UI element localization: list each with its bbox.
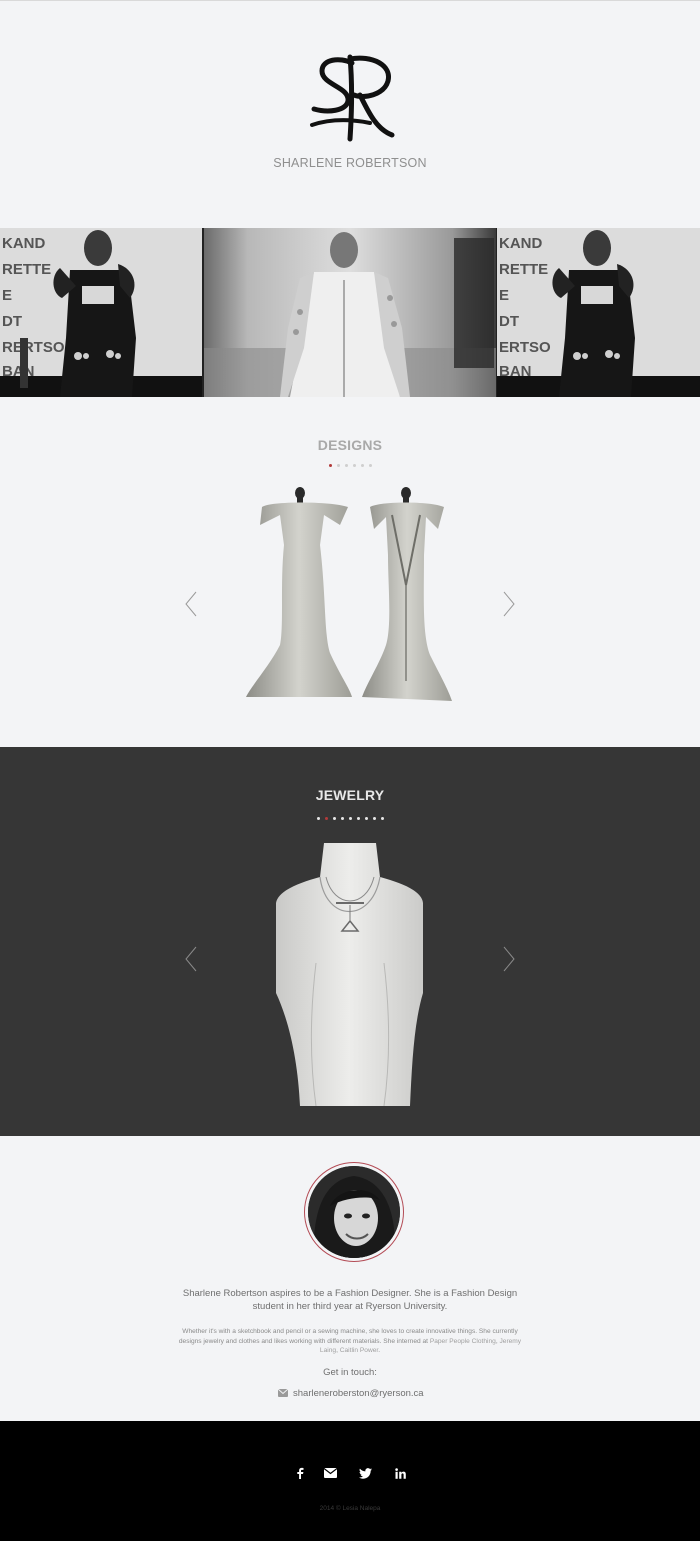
twitter-icon <box>358 1467 372 1479</box>
hero-banner: KAND RETTE E DT RERTSO BAN KAND RETTE E … <box>0 228 700 397</box>
designs-title: DESIGNS <box>317 437 383 453</box>
hero-backdrop-text: E <box>499 287 509 304</box>
hero-backdrop-text: RETTE <box>499 261 548 278</box>
profile-photo <box>308 1166 400 1258</box>
avatar <box>304 1162 404 1262</box>
jewelry-next-button[interactable] <box>502 945 516 973</box>
brand-name: SHARLENE ROBERTSON <box>273 156 427 170</box>
designs-slide-dot[interactable] <box>328 464 332 467</box>
designs-slide-dot[interactable] <box>360 464 364 467</box>
hero-backdrop-text: KAND <box>499 235 542 252</box>
chevron-left-icon <box>185 946 197 972</box>
designs-next-button[interactable] <box>502 590 516 618</box>
hero-backdrop-text: DT <box>499 313 519 330</box>
jewelry-slide-dot[interactable] <box>324 817 328 820</box>
designs-section: DESIGNS <box>0 397 700 747</box>
site-header: SHARLENE ROBERTSON <box>0 1 700 228</box>
about-section: Sharlene Robertson aspires to be a Fashi… <box>0 1136 700 1421</box>
envelope-icon <box>278 1389 288 1397</box>
internship-link-caitlin-power[interactable]: Caitlin Power <box>340 1347 378 1354</box>
twitter-link[interactable] <box>357 1465 373 1481</box>
hero-backdrop-text: KAND <box>2 235 45 252</box>
jewelry-section: JEWELRY <box>0 747 700 1136</box>
designs-slide-dot[interactable] <box>352 464 356 467</box>
chevron-left-icon <box>185 591 197 617</box>
linkedin-icon <box>394 1467 406 1479</box>
hero-photo-center <box>204 228 496 397</box>
hero-photo-right: KAND RETTE E DT ERTSO BAN <box>497 228 700 397</box>
jewelry-pagination <box>0 817 700 820</box>
period: . <box>378 1347 381 1354</box>
necklace-on-mannequin-image <box>276 843 423 1106</box>
design-gown-image <box>246 487 452 701</box>
jewelry-slide-dot[interactable] <box>348 817 352 820</box>
mail-icon <box>323 1468 337 1478</box>
chevron-right-icon <box>503 946 515 972</box>
jewelry-slide-dot[interactable] <box>356 817 360 820</box>
sr-logo[interactable] <box>300 49 400 145</box>
email-address: sharleneroberston@ryerson.ca <box>293 1387 424 1399</box>
facebook-link[interactable] <box>292 1465 308 1481</box>
jewelry-slide-dot[interactable] <box>380 817 384 820</box>
hero-photo-left: KAND RETTE E DT RERTSO BAN <box>0 228 202 397</box>
jewelry-slide-dot[interactable] <box>332 817 336 820</box>
hero-backdrop-text: E <box>2 287 12 304</box>
facebook-icon <box>297 1467 304 1479</box>
site-footer: 2014 © Lesia Nalepa <box>0 1421 700 1541</box>
hero-backdrop-text: ERTSO <box>499 339 551 356</box>
jewelry-slide-dot[interactable] <box>316 817 320 820</box>
designs-slide-dot[interactable] <box>344 464 348 467</box>
jewelry-slide-dot[interactable] <box>364 817 368 820</box>
jewelry-slide-dot[interactable] <box>340 817 344 820</box>
hero-backdrop-text: BAN <box>2 363 35 380</box>
about-lead: Sharlene Robertson aspires to be a Fashi… <box>182 1288 518 1312</box>
designs-pagination <box>0 464 700 467</box>
hero-backdrop-text: RERTSO <box>2 339 65 356</box>
get-in-touch-label: Get in touch: <box>323 1367 377 1378</box>
chevron-right-icon <box>503 591 515 617</box>
designs-prev-button[interactable] <box>184 590 198 618</box>
designs-slide-dot[interactable] <box>336 464 340 467</box>
jewelry-prev-button[interactable] <box>184 945 198 973</box>
linkedin-link[interactable] <box>392 1465 408 1481</box>
about-body: Whether it's with a sketchbook and penci… <box>172 1327 528 1356</box>
email-link[interactable]: sharleneroberston@ryerson.ca <box>278 1387 424 1399</box>
email-social-link[interactable] <box>322 1465 338 1481</box>
designs-slide-dot[interactable] <box>368 464 372 467</box>
copyright: 2014 © Lesia Nalepa <box>319 1505 381 1512</box>
hero-backdrop-text: RETTE <box>2 261 51 278</box>
jewelry-slide-dot[interactable] <box>372 817 376 820</box>
hero-backdrop-text: BAN <box>499 363 532 380</box>
internship-link-paper-people[interactable]: Paper People Clothing <box>430 1338 496 1345</box>
hero-backdrop-text: DT <box>2 313 22 330</box>
jewelry-title: JEWELRY <box>315 787 385 803</box>
